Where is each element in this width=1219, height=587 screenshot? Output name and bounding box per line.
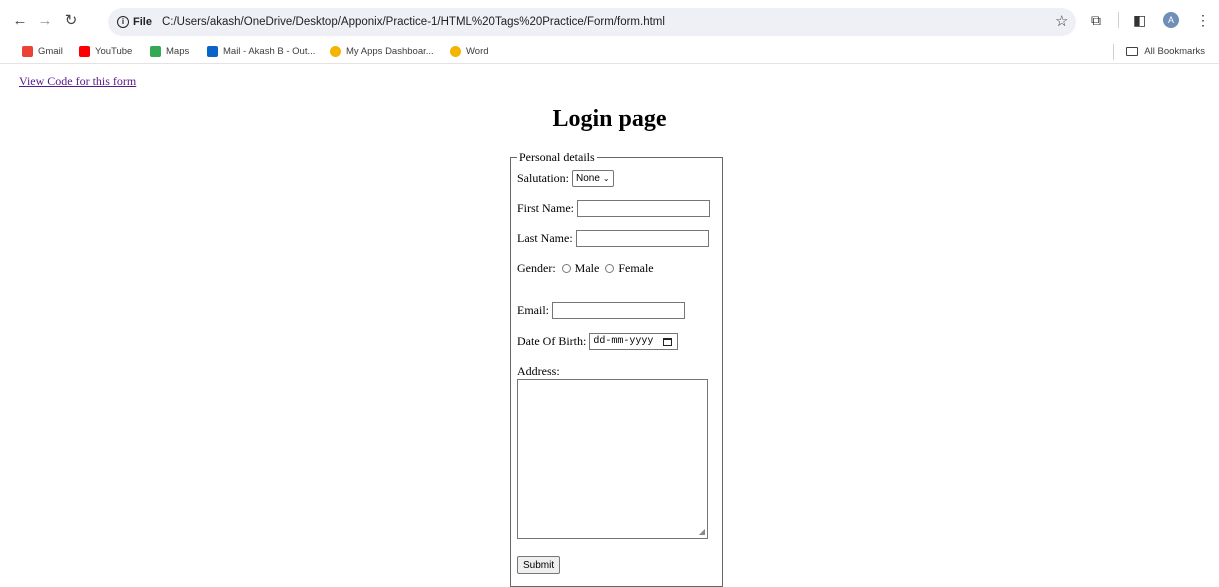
salutation-row: Salutation: None ⌄ [517,170,614,187]
salutation-select[interactable]: None ⌄ [572,170,614,187]
address-label: Address: [517,364,560,378]
calendar-icon[interactable] [663,338,673,346]
all-bookmarks-button[interactable]: All Bookmarks [1126,46,1205,57]
bookmark-label: Word [466,46,489,57]
page-title: Login page [552,106,667,132]
browser-toolbar: ← → ↻ i File C:/Users/akash/OneDrive/Des… [0,0,1219,40]
first-name-input[interactable] [577,200,710,217]
view-code-link[interactable]: View Code for this form [19,74,136,89]
gender-row: Gender: Male Female [517,261,654,276]
last-name-label: Last Name: [517,231,573,245]
maps-icon [150,46,161,57]
extensions-icon[interactable]: ⧉ [1091,12,1101,29]
last-name-input[interactable] [575,230,709,247]
bookmark-label: Mail - Akash B - Out... [223,46,316,57]
last-name-row: Last Name: [517,230,709,247]
gender-male-label: Male [574,261,600,275]
bookmark-my-apps[interactable]: My Apps Dashboar... [330,46,434,57]
outlook-icon [207,46,218,57]
bookmarks-bar: Gmail YouTube Maps Mail - Akash B - Out.… [0,40,1219,64]
dob-label: Date Of Birth: [517,334,587,348]
first-name-label: First Name: [517,201,574,215]
bookmark-label: Maps [166,46,190,57]
personal-details-fieldset: Personal details Salutation: None ⌄ Firs… [510,150,723,587]
back-arrow-icon[interactable]: ← [10,10,30,30]
first-name-row: First Name: [517,200,710,217]
bookmark-label: My Apps Dashboar... [346,46,434,57]
address-textarea[interactable]: ◢ [517,379,708,539]
page-content: View Code for this form Login page Perso… [0,64,1219,587]
menu-kebab-icon[interactable]: ⋮ [1196,12,1210,29]
bookmark-outlook[interactable]: Mail - Akash B - Out... [207,46,315,57]
gender-female-radio[interactable] [605,264,615,273]
folder-icon [1126,47,1139,56]
bookmark-label: YouTube [95,46,133,57]
forward-arrow-icon[interactable]: → [35,10,55,30]
submit-button[interactable]: Submit [517,556,561,574]
address-row: Address: [517,364,560,379]
bookmark-word[interactable]: Word [450,46,489,57]
side-panel-icon[interactable]: ◧ [1133,12,1146,29]
salutation-value: None [576,173,600,184]
salutation-label: Salutation: [517,171,569,185]
toolbar-divider [1118,12,1119,28]
gender-female-label: Female [618,261,654,275]
word-icon [450,46,461,57]
reload-icon[interactable]: ↻ [61,10,81,30]
chevron-down-icon: ⌄ [602,174,610,183]
email-label: Email: [517,303,549,317]
dob-input[interactable]: dd-mm-yyyy [589,333,679,350]
youtube-icon [79,46,90,57]
fieldset-legend: Personal details [517,150,597,165]
bookmark-youtube[interactable]: YouTube [79,46,132,57]
address-bar[interactable]: i File C:/Users/akash/OneDrive/Desktop/A… [108,8,1076,36]
apps-icon [330,46,341,57]
gmail-icon [22,46,33,57]
bookmark-gmail[interactable]: Gmail [22,46,63,57]
all-bookmarks-label: All Bookmarks [1144,46,1205,57]
dob-row: Date Of Birth: dd-mm-yyyy [517,333,679,350]
info-icon[interactable]: i [117,16,129,28]
bookmark-label: Gmail [38,46,63,57]
bookmark-star-icon[interactable]: ☆ [1055,12,1068,30]
bookmark-maps[interactable]: Maps [150,46,189,57]
email-input[interactable] [552,302,685,319]
url-text[interactable]: C:/Users/akash/OneDrive/Desktop/Apponix/… [162,16,665,28]
gender-male-radio[interactable] [561,264,571,273]
bookmarks-divider [1113,44,1114,60]
url-scheme: File [133,16,152,28]
gender-label: Gender: [517,261,556,275]
resize-handle-icon[interactable]: ◢ [699,528,705,536]
dob-placeholder: dd-mm-yyyy [593,336,654,347]
email-row: Email: [517,302,685,319]
profile-avatar[interactable]: A [1163,12,1179,28]
